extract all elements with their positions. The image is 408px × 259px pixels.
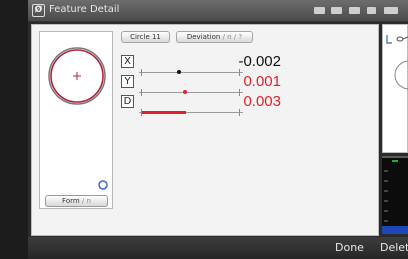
- deviation-marker-y: [183, 90, 187, 94]
- form-button-sub: / n: [81, 197, 91, 205]
- feature-name-label: Circle 11: [130, 33, 161, 41]
- deviation-button[interactable]: Deviation / n / ?: [176, 31, 253, 43]
- done-button[interactable]: Done: [335, 241, 364, 254]
- deviation-sub: / n / ?: [222, 33, 243, 41]
- tolerance-line-y: [139, 92, 243, 93]
- feature-list-panel[interactable]: [382, 156, 408, 234]
- bottom-bar: Done Delet: [28, 237, 408, 259]
- tick-right-d: [239, 109, 240, 116]
- graphics-view-panel[interactable]: [382, 24, 408, 153]
- axis-label-d: D: [121, 95, 134, 108]
- handle-icon: [98, 180, 108, 190]
- delete-button[interactable]: Delet: [380, 241, 408, 254]
- feature-detail-window: Ø Feature Detail Form / n Circle 11 Devi…: [28, 0, 408, 259]
- measurement-row-d: D 0.003: [121, 93, 281, 119]
- value-y: 0.001: [243, 73, 281, 90]
- toolbar-icon-2[interactable]: [331, 7, 342, 14]
- title-bar: Ø Feature Detail: [28, 0, 408, 22]
- toolbar-icon-5[interactable]: [384, 7, 398, 14]
- deviation-bar-d: [142, 111, 186, 114]
- toolbar-icon-1[interactable]: [314, 7, 325, 14]
- form-button[interactable]: Form / n: [45, 195, 108, 207]
- feature-thumbnail[interactable]: Form / n: [39, 31, 113, 209]
- deviation-label: Deviation: [186, 33, 221, 41]
- feature-name-button[interactable]: Circle 11: [121, 31, 170, 43]
- feature-list-rows: [384, 160, 398, 222]
- feature-detail-panel: Form / n Circle 11 Deviation / n / ? X -…: [31, 24, 379, 236]
- deviation-marker-x: [177, 70, 181, 74]
- selected-feature-row[interactable]: [382, 226, 408, 234]
- form-button-label: Form: [62, 197, 80, 205]
- window-title: Feature Detail: [49, 4, 120, 15]
- axis-label-y: Y: [121, 75, 134, 88]
- toolbar-icon-4[interactable]: [367, 7, 376, 14]
- toolbar-icon-3[interactable]: [349, 7, 360, 14]
- value-d: 0.003: [243, 93, 281, 110]
- value-x: -0.002: [238, 53, 281, 70]
- circle-feature-graphic: [48, 47, 108, 190]
- axis-label-x: X: [121, 55, 134, 68]
- feature-app-icon: Ø: [32, 4, 45, 17]
- tolerance-line-x: [139, 72, 243, 73]
- graphics-view-glyphs: [386, 35, 408, 90]
